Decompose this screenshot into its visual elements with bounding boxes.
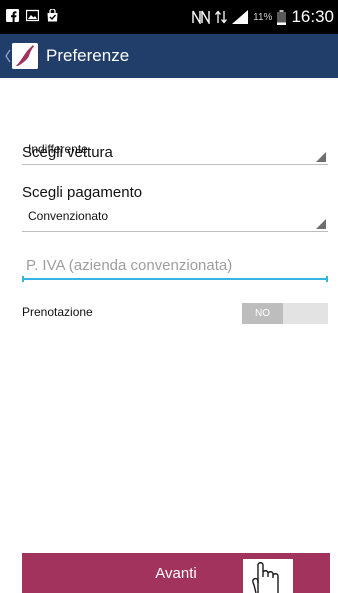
facebook-icon — [6, 9, 19, 22]
payment-spinner[interactable]: Convenzionato — [22, 207, 328, 232]
nfc-icon — [192, 10, 210, 24]
clock: 16:30 — [291, 7, 334, 26]
battery-percent: 11% — [253, 11, 273, 23]
action-bar: Preferenze — [0, 34, 338, 78]
bag-icon — [47, 9, 58, 22]
bird-logo-icon — [12, 43, 38, 69]
dropdown-corner-icon — [316, 219, 326, 229]
vehicle-selected-value: Indifferente — [28, 142, 88, 156]
payment-label: Scegli pagamento — [22, 184, 143, 201]
hand-pointer-icon — [243, 559, 293, 593]
vat-input[interactable] — [22, 253, 328, 280]
page-title: Preferenze — [46, 46, 130, 65]
booking-toggle[interactable]: NO — [242, 303, 328, 324]
signal-icon — [232, 10, 249, 24]
dropdown-corner-icon — [316, 152, 326, 162]
booking-label: Prenotazione — [22, 305, 93, 319]
input-edge-right — [326, 276, 328, 282]
status-bar: 11% 16:30 — [0, 0, 338, 34]
toggle-thumb: NO — [242, 303, 283, 324]
data-arrows-icon — [215, 10, 228, 24]
app-logo[interactable] — [12, 43, 38, 69]
back-chevron-icon[interactable] — [4, 46, 12, 66]
vehicle-spinner[interactable]: Indifferente — [22, 140, 328, 165]
payment-selected-value: Convenzionato — [28, 209, 109, 223]
image-icon — [26, 9, 39, 22]
battery-icon — [277, 9, 287, 25]
status-right-group: 11% 16:30 — [192, 6, 334, 28]
input-edge-left — [22, 276, 24, 282]
screen: 11% 16:30 Preferenze Scegli vettura Indi… — [0, 0, 338, 593]
